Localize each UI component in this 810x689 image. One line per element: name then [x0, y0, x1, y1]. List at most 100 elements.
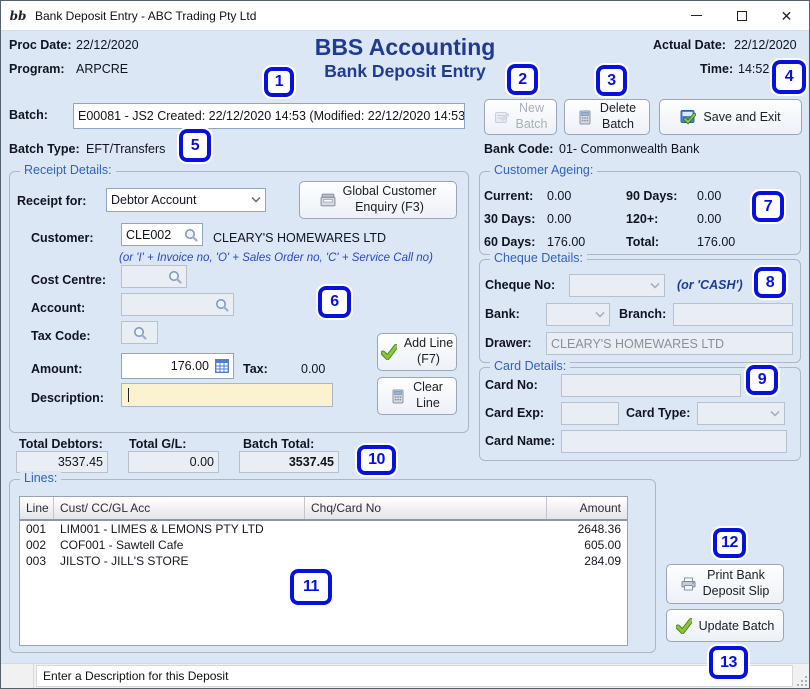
delete-batch-button[interactable]: Delete Batch — [564, 99, 650, 135]
resize-grip-icon[interactable] — [795, 674, 807, 686]
maximize-icon — [737, 11, 747, 21]
callout-2: 2 — [507, 64, 538, 95]
card-type-select — [697, 402, 785, 425]
account-field[interactable] — [121, 293, 234, 316]
callout-4: 4 — [772, 60, 806, 94]
callout-6: 6 — [318, 286, 351, 318]
receipt-for-select[interactable]: Debtor Account — [106, 188, 266, 212]
magnifier-icon[interactable] — [168, 270, 182, 284]
total-debtors-label: Total Debtors: — [19, 437, 103, 451]
table-row[interactable]: 003 JILSTO - JILL'S STORE 284.09 — [20, 553, 627, 569]
new-batch-label-2: Batch — [516, 117, 548, 131]
status-bar-left-panel — [1, 664, 34, 688]
status-bar: Enter a Description for this Deposit — [1, 663, 809, 688]
clear-line-label-1: Clear — [413, 380, 443, 394]
add-line-button[interactable]: Add Line(F7) — [377, 333, 457, 371]
delete-batch-label-1: Delete — [600, 101, 636, 115]
clear-line-button[interactable]: ClearLine — [377, 377, 457, 415]
actual-date-label: Actual Date: — [653, 38, 726, 52]
tax-code-field[interactable] — [121, 321, 158, 344]
col-header-line[interactable]: Line — [20, 497, 54, 519]
cost-centre-label: Cost Centre: — [31, 273, 106, 287]
customer-ageing-section-label: Customer Ageing: — [490, 163, 597, 177]
minimize-button[interactable] — [674, 1, 719, 30]
amount-label: Amount: — [31, 362, 82, 376]
card-details-section-label: Card Details: — [490, 359, 570, 373]
lines-section-label: Lines: — [20, 471, 61, 485]
batch-selected-value: E00081 - JS2 Created: 22/12/2020 14:53 (… — [78, 109, 465, 123]
cheque-details-section-label: Cheque Details: — [490, 251, 587, 265]
row-line-no: 003 — [20, 554, 54, 568]
printer-icon — [681, 577, 696, 592]
col-header-chq-card[interactable]: Chq/Card No — [305, 497, 547, 519]
batch-type-label: Batch Type: — [9, 142, 80, 156]
close-icon: ✕ — [781, 9, 793, 23]
ageing-90-value: 0.00 — [697, 189, 721, 203]
update-batch-button[interactable]: Update Batch — [666, 609, 784, 642]
row-account: LIM001 - LIMES & LEMONS PTY LTD — [54, 522, 305, 536]
magnifier-icon[interactable] — [133, 326, 147, 340]
cheque-no-label: Cheque No: — [485, 278, 555, 292]
close-button[interactable]: ✕ — [764, 1, 809, 30]
time-label: Time: — [700, 62, 733, 76]
callout-8: 8 — [754, 267, 786, 298]
ageing-total-label: Total: — [626, 235, 659, 249]
row-account: COF001 - Sawtell Cafe — [54, 538, 305, 552]
card-name-field — [561, 430, 787, 453]
global-enquiry-icon — [320, 192, 336, 208]
new-batch-button: New Batch — [484, 99, 557, 135]
ageing-60-value: 176.00 — [547, 235, 585, 249]
callout-9: 9 — [746, 365, 778, 395]
tax-label: Tax: — [243, 362, 268, 376]
magnifier-icon[interactable] — [215, 298, 229, 312]
table-row[interactable]: 001 LIM001 - LIMES & LEMONS PTY LTD 2648… — [20, 521, 627, 537]
description-field[interactable] — [121, 383, 333, 407]
receipt-for-value: Debtor Account — [111, 193, 196, 207]
green-check-icon — [676, 618, 692, 634]
new-batch-icon — [494, 110, 509, 125]
new-batch-label-1: New — [519, 101, 544, 115]
customer-entry-hint: (or 'I' + Invoice no, 'O' + Sales Order … — [119, 252, 433, 264]
col-header-amount[interactable]: Amount — [547, 497, 627, 519]
tax-code-label: Tax Code: — [31, 329, 91, 343]
tax-value: 0.00 — [301, 362, 325, 376]
card-no-label: Card No: — [485, 378, 538, 392]
ageing-total-value: 176.00 — [697, 235, 735, 249]
total-gl-label: Total G/L: — [129, 437, 186, 451]
ageing-90-label: 90 Days: — [626, 189, 677, 203]
callout-7: 7 — [752, 191, 784, 222]
add-line-label-2: (F7) — [417, 352, 440, 366]
cost-centre-field[interactable] — [121, 265, 187, 288]
table-row[interactable]: 002 COF001 - Sawtell Cafe 605.00 — [20, 537, 627, 553]
or-cash-hint: (or 'CASH') — [677, 278, 743, 292]
col-header-account[interactable]: Cust/ CC/GL Acc — [54, 497, 305, 519]
batch-select[interactable]: E00081 - JS2 Created: 22/12/2020 14:53 (… — [73, 103, 465, 129]
magnifier-icon[interactable] — [184, 228, 198, 242]
print-slip-label-1: Print Bank — [707, 568, 765, 582]
ageing-120-label: 120+: — [626, 212, 658, 226]
batch-label: Batch: — [9, 108, 48, 122]
drawer-field: CLEARY'S HOMEWARES LTD — [546, 332, 793, 355]
callout-5: 5 — [179, 129, 211, 162]
ageing-current-label: Current: — [484, 189, 533, 203]
batch-total-label: Batch Total: — [243, 437, 314, 451]
row-account: JILSTO - JILL'S STORE — [54, 554, 305, 568]
delete-batch-label-2: Batch — [602, 117, 634, 131]
print-bank-deposit-slip-button[interactable]: Print BankDeposit Slip — [666, 564, 784, 604]
minimize-icon — [691, 15, 702, 16]
amount-value: 176.00 — [171, 359, 209, 373]
dropdown-chevron-icon — [251, 196, 261, 204]
save-and-exit-button[interactable]: Save and Exit — [659, 99, 802, 135]
customer-code-field[interactable]: CLE002 — [121, 223, 203, 246]
global-customer-enquiry-button[interactable]: Global CustomerEnquiry (F3) — [299, 181, 457, 219]
ageing-60-label: 60 Days: — [484, 235, 535, 249]
clear-line-icon — [391, 389, 406, 404]
customer-label: Customer: — [31, 231, 94, 245]
callout-12: 12 — [713, 528, 746, 558]
amount-field[interactable]: 176.00 — [121, 353, 234, 379]
maximize-button[interactable] — [719, 1, 764, 30]
app-logo-icon: bb — [9, 7, 27, 25]
calculator-grid-icon[interactable] — [215, 359, 229, 373]
ageing-current-value: 0.00 — [547, 189, 571, 203]
lines-table-header: Line Cust/ CC/GL Acc Chq/Card No Amount — [20, 497, 627, 521]
